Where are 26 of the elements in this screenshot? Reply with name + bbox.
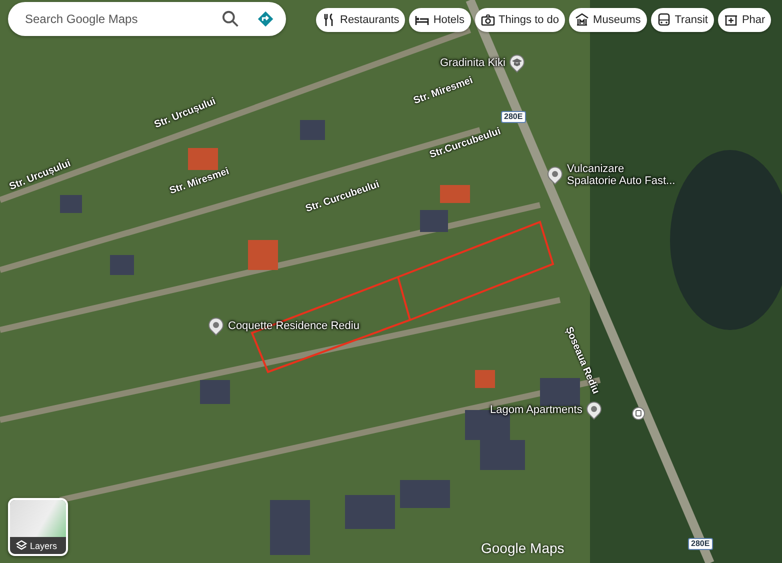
bus-icon	[656, 13, 671, 27]
place-label[interactable]: Lagom Apartments	[490, 404, 582, 416]
camera-icon	[480, 13, 494, 27]
school-pin-icon[interactable]	[508, 53, 526, 73]
category-chip[interactable]: Hotels	[409, 8, 470, 32]
category-chip[interactable]: Restaurants	[316, 8, 406, 32]
museum-icon	[575, 13, 590, 27]
google-maps-logo: Google Maps	[481, 540, 564, 556]
search-field[interactable]: Search Google Maps	[23, 11, 204, 27]
category-chip[interactable]: Phar	[718, 8, 772, 32]
search-bar[interactable]: Search Google Maps	[8, 2, 286, 36]
category-chip[interactable]: Things to do	[474, 8, 566, 32]
category-chip[interactable]: Transit	[650, 8, 714, 32]
place-label[interactable]: Vulcanizare Spalatorie Auto Fast...	[567, 163, 676, 187]
pin-icon[interactable]	[546, 165, 564, 185]
pin-icon[interactable]	[585, 400, 604, 420]
layers-icon	[16, 540, 27, 551]
pin-icon[interactable]	[207, 316, 225, 336]
search-icon[interactable]	[222, 10, 239, 28]
route-shield: 280E	[501, 111, 526, 123]
bed-icon	[415, 13, 430, 27]
pharmacy-icon	[724, 13, 738, 27]
layers-button[interactable]: Layers	[8, 498, 68, 556]
category-chip[interactable]: Museums	[569, 8, 647, 32]
directions-icon[interactable]	[256, 10, 274, 28]
route-shield: 280E	[688, 538, 713, 550]
